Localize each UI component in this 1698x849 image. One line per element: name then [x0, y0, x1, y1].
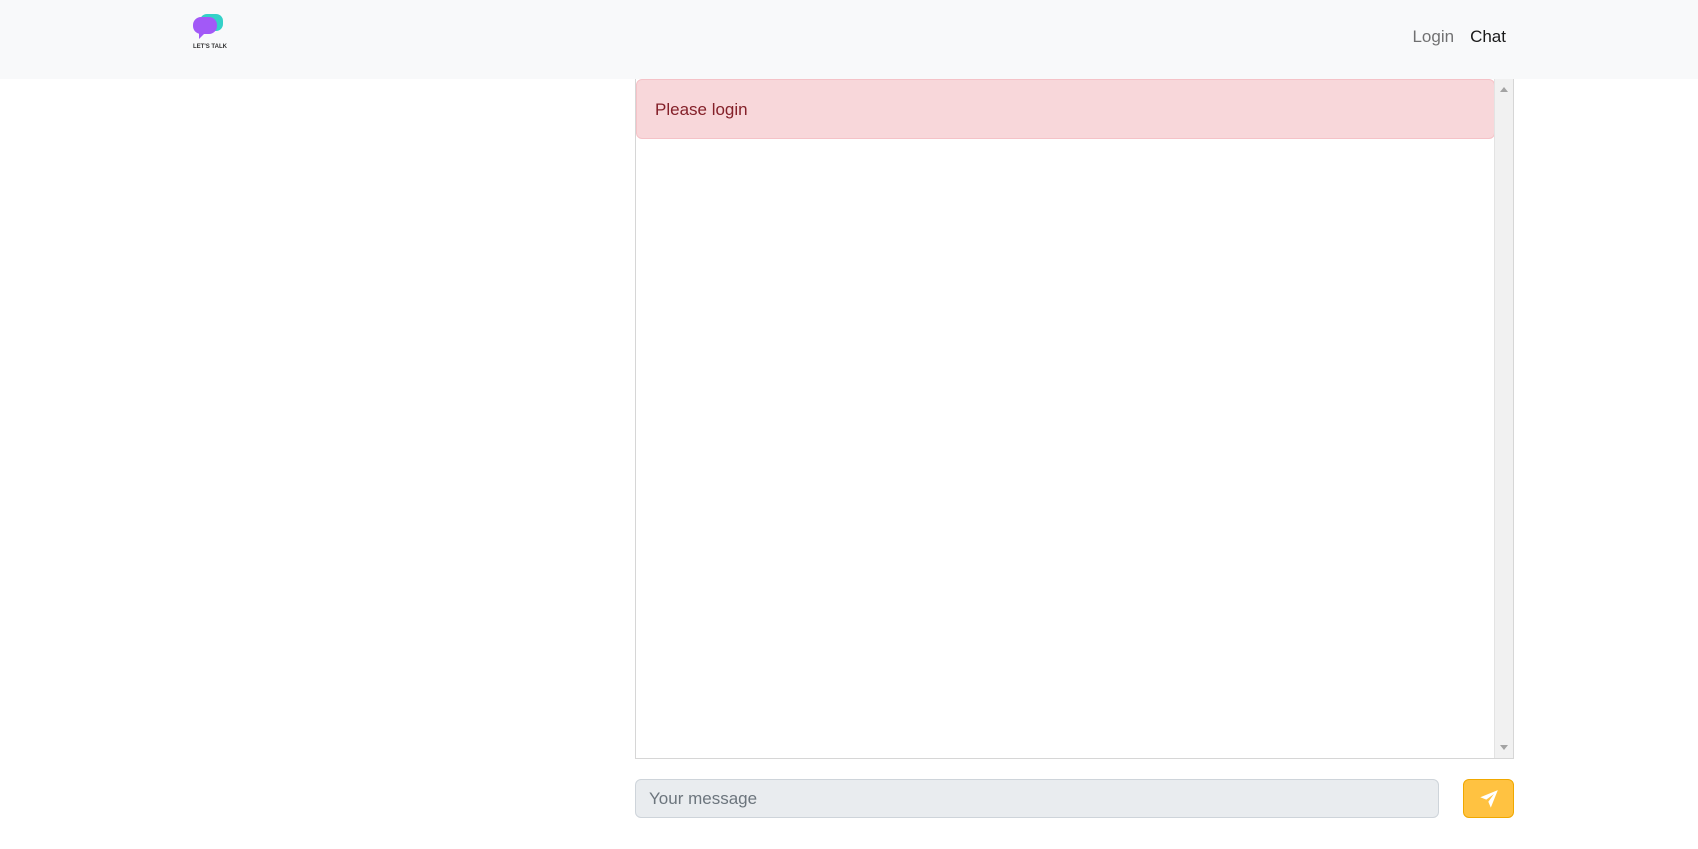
- nav-links: Login Chat: [1412, 27, 1506, 47]
- navbar: LET'S TALK Login Chat: [0, 0, 1698, 79]
- nav-link-chat[interactable]: Chat: [1470, 27, 1506, 47]
- logo-text: LET'S TALK: [193, 44, 228, 50]
- chat-messages-panel[interactable]: Please login: [635, 79, 1514, 759]
- scroll-down-arrow-icon[interactable]: [1500, 745, 1508, 750]
- message-input[interactable]: [635, 779, 1439, 818]
- nav-link-login[interactable]: Login: [1412, 27, 1454, 47]
- chat-bubbles-logo-icon: LET'S TALK: [193, 14, 228, 50]
- send-button[interactable]: [1463, 779, 1514, 818]
- chat-scrollbar[interactable]: [1494, 79, 1513, 758]
- brand-logo[interactable]: LET'S TALK: [192, 12, 228, 52]
- paper-plane-icon: [1479, 789, 1498, 808]
- login-alert: Please login: [636, 79, 1495, 139]
- scroll-up-arrow-icon[interactable]: [1500, 87, 1508, 92]
